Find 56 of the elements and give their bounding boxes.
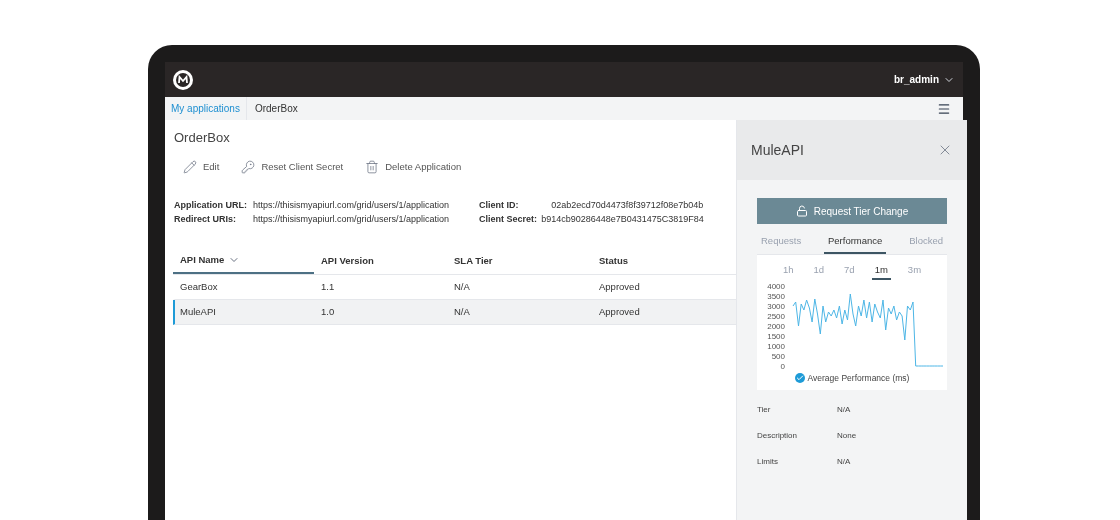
detail-label: Client ID: bbox=[479, 198, 520, 212]
y-tick-label: 1500 bbox=[767, 331, 786, 341]
table-cell-text: 1.1 bbox=[320, 279, 336, 294]
breadcrumb-current: OrderBox bbox=[253, 102, 299, 116]
table-cell-text: Approved bbox=[598, 279, 641, 294]
table-cell-text: N/A bbox=[453, 279, 471, 294]
field-value: N/A bbox=[837, 404, 852, 417]
table-cell-text: GearBox bbox=[179, 279, 219, 294]
unlock-icon bbox=[795, 205, 808, 217]
action-button[interactable]: Delete Application bbox=[365, 159, 462, 174]
y-tick-label: 1000 bbox=[767, 341, 786, 351]
y-tick-label: 500 bbox=[771, 351, 786, 361]
panel-title: MuleAPI bbox=[751, 140, 804, 160]
y-tick-label: 2000 bbox=[767, 321, 786, 331]
action-button[interactable]: Reset Client Secret bbox=[241, 159, 344, 174]
y-tick-label: 3500 bbox=[767, 291, 786, 301]
detail-value: https://thisismyapiurl.com/grid/users/1/application bbox=[253, 198, 450, 212]
field-label: Description bbox=[757, 430, 798, 443]
legend-label: Average Performance (ms) bbox=[807, 371, 910, 385]
trash-icon bbox=[365, 159, 380, 174]
field-value: N/A bbox=[837, 456, 852, 469]
y-tick-label: 4000 bbox=[767, 281, 786, 291]
request-tier-button[interactable]: Request Tier Change bbox=[757, 198, 947, 224]
check-icon bbox=[795, 373, 804, 382]
chart-card: 1h 1d 7d 1m 3m 0 500 1000 1500 2000 2500 3000 3500 4000 Average Performance (ms) bbox=[757, 255, 947, 391]
table-cell-text: 1.0 bbox=[320, 304, 336, 319]
detail-label: Client Secret: bbox=[479, 213, 538, 227]
field-value: None bbox=[837, 430, 858, 443]
column-header[interactable]: Status bbox=[592, 248, 736, 274]
menu-icon[interactable] bbox=[937, 101, 951, 116]
legend-checkbox[interactable] bbox=[794, 372, 805, 383]
y-tick-label: 2500 bbox=[767, 311, 786, 321]
field-label: Tier bbox=[757, 404, 772, 417]
range-tab[interactable]: 1m bbox=[871, 263, 891, 280]
detail-value: https://thisismyapiurl.com/grid/users/1/application bbox=[253, 213, 450, 227]
detail-value: 02ab2ecd70d4473f8f39712f08e7b04b bbox=[550, 198, 704, 212]
table-row[interactable]: GearBox 1.1 N/A Approved bbox=[173, 274, 736, 300]
user-menu[interactable]: br_admin bbox=[894, 72, 955, 87]
column-header[interactable]: API Version bbox=[314, 248, 447, 274]
table-cell-text: MuleAPI bbox=[179, 304, 217, 319]
logo-icon[interactable] bbox=[173, 69, 193, 90]
table-cell-text: N/A bbox=[453, 304, 471, 319]
column-header[interactable]: API Name bbox=[173, 248, 314, 274]
table-row[interactable]: MuleAPI 1.0 N/A Approved bbox=[173, 299, 736, 325]
table-cell-text: Approved bbox=[598, 304, 641, 319]
y-tick-label: 0 bbox=[780, 361, 786, 371]
detail-label: Redirect URIs: bbox=[174, 213, 237, 227]
column-header[interactable]: SLA Tier bbox=[447, 248, 592, 274]
detail-label: Application URL: bbox=[174, 198, 247, 212]
pencil-icon bbox=[183, 159, 197, 174]
action-button[interactable]: Edit bbox=[183, 159, 220, 174]
y-tick-label: 3000 bbox=[767, 301, 786, 311]
app-title: OrderBox bbox=[173, 129, 231, 147]
detail-value: b914cb90286448e7B0431475C3819F84 bbox=[541, 213, 704, 227]
key-icon bbox=[241, 159, 256, 174]
field-label: Limits bbox=[757, 456, 779, 469]
